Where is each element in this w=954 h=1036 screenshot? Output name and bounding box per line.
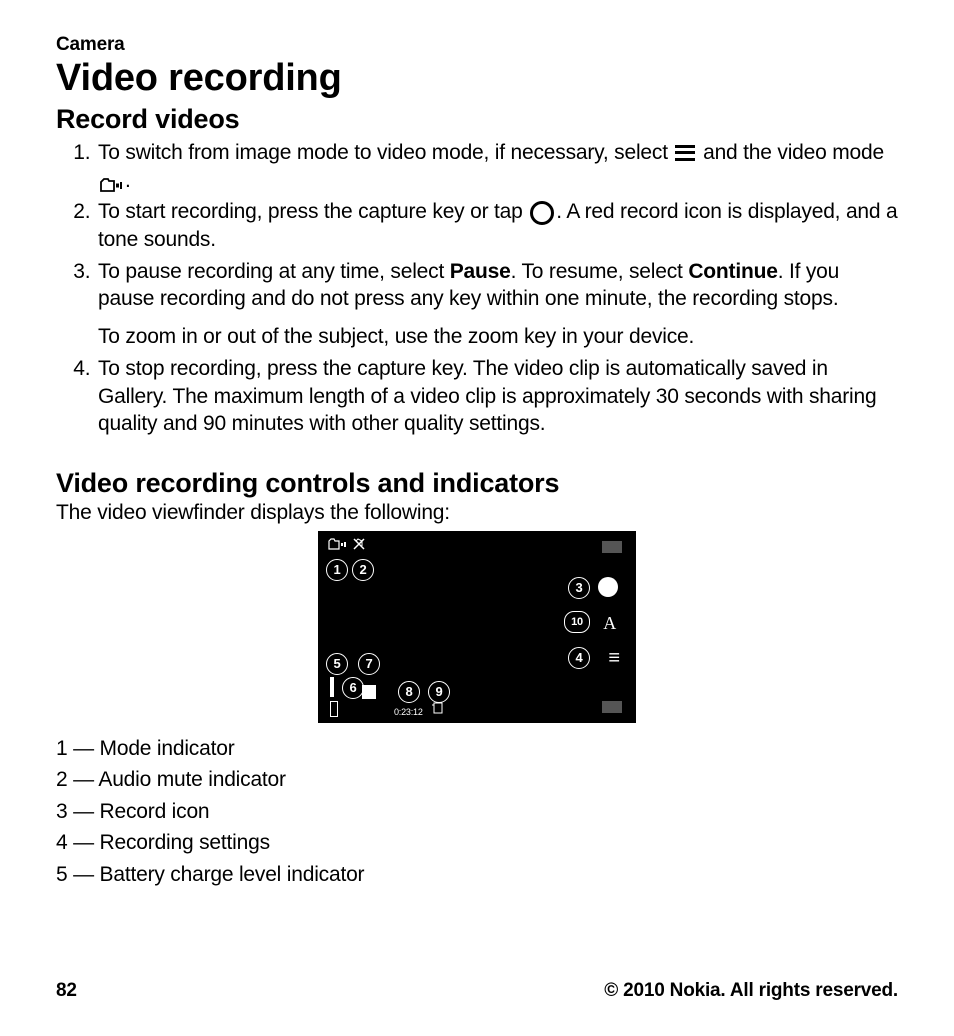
vf-record-dot [598, 577, 618, 597]
page-footer: 82 © 2010 Nokia. All rights reserved. [56, 980, 898, 1002]
vf-zoom-top [602, 541, 622, 553]
callout-10: 10 [564, 611, 590, 633]
record-icon [530, 201, 554, 225]
page-number: 82 [56, 980, 77, 1002]
vf-white-square [362, 685, 376, 699]
step-3-text-a: To pause recording at any time, select [98, 260, 450, 283]
step-1-text-c: . [125, 169, 131, 192]
callout-2: 2 [352, 559, 374, 581]
vf-top-icons [328, 537, 368, 554]
step-3-text-b: . To resume, select [511, 260, 689, 283]
section-header: Camera [56, 34, 898, 56]
legend-list: 1 — Mode indicator 2 — Audio mute indica… [56, 733, 898, 891]
legend-1: 1 — Mode indicator [56, 733, 898, 765]
intro-text: The video viewfinder displays the follow… [56, 501, 898, 525]
vf-memory-icon [432, 702, 444, 717]
menu-icon [675, 145, 695, 161]
step-1-text-a: To switch from image mode to video mode,… [98, 141, 673, 164]
step-2: To start recording, press the capture ke… [96, 198, 898, 253]
vf-settings-icon: ≡ [608, 647, 618, 670]
subheading-controls: Video recording controls and indicators [56, 468, 898, 499]
copyright: © 2010 Nokia. All rights reserved. [604, 980, 898, 1002]
legend-4: 4 — Recording settings [56, 827, 898, 859]
callout-8: 8 [398, 681, 420, 703]
vf-zoom-bottom [602, 701, 622, 713]
vf-scene-auto: A [603, 613, 616, 634]
callout-3: 3 [568, 577, 590, 599]
step-2-text-a: To start recording, press the capture ke… [98, 200, 528, 223]
legend-2: 2 — Audio mute indicator [56, 764, 898, 796]
callout-9: 9 [428, 681, 450, 703]
step-3-zoom: To zoom in or out of the subject, use th… [98, 323, 898, 351]
step-1-text-b: and the video mode [697, 141, 884, 164]
continue-label: Continue [688, 260, 777, 283]
callout-5: 5 [326, 653, 348, 675]
vf-elapsed-time: 0:23:12 [394, 707, 423, 717]
callout-6: 6 [342, 677, 364, 699]
vf-battery-icon [330, 677, 334, 697]
step-4: To stop recording, press the capture key… [96, 355, 898, 438]
legend-3: 3 — Record icon [56, 796, 898, 828]
callout-7: 7 [358, 653, 380, 675]
callout-4: 4 [568, 647, 590, 669]
pause-label: Pause [450, 260, 511, 283]
page-title: Video recording [56, 58, 898, 100]
legend-5: 5 — Battery charge level indicator [56, 859, 898, 891]
video-mode-icon [100, 173, 123, 188]
subheading-record: Record videos [56, 104, 898, 135]
step-1: To switch from image mode to video mode,… [96, 139, 898, 194]
vf-battery-box [330, 701, 338, 717]
steps-list: To switch from image mode to video mode,… [56, 139, 898, 438]
viewfinder-figure: 1 2 3 10 4 5 7 6 8 9 A ≡ 0:23:12 [318, 531, 636, 723]
step-3: To pause recording at any time, select P… [96, 258, 898, 351]
callout-1: 1 [326, 559, 348, 581]
